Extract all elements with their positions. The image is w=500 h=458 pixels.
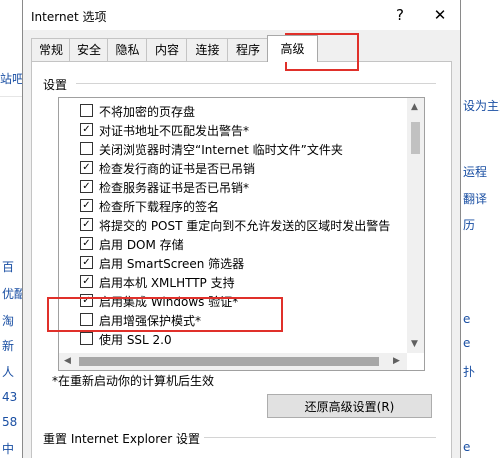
background-link: 运程	[463, 165, 488, 179]
setting-row[interactable]: 关闭浏览器时清空“Internet 临时文件”文件夹	[80, 140, 380, 158]
background-page-left: 站吧 百 优酷 淘 新 人 43 58 中	[0, 0, 26, 458]
setting-row[interactable]: ✓ 启用 SmartScreen 筛选器	[80, 254, 380, 272]
background-link: 站吧	[0, 72, 25, 86]
background-link: 中	[2, 442, 15, 456]
vertical-scrollbar[interactable]: ▲ ▼	[407, 98, 424, 353]
tab-programs[interactable]: 程序	[227, 38, 269, 61]
setting-label: 检查所下载程序的签名	[99, 200, 220, 214]
setting-row[interactable]: ✓ 启用 DOM 存储	[80, 235, 380, 253]
checkbox[interactable]: ✓	[80, 256, 93, 269]
checkbox[interactable]	[80, 142, 93, 155]
background-link: e	[463, 336, 471, 350]
background-link: 淘	[2, 314, 15, 328]
checkbox[interactable]	[80, 332, 93, 345]
setting-row[interactable]: ✓ 将提交的 POST 重定向到不允许发送的区域时发出警告	[80, 216, 390, 234]
scroll-left-icon[interactable]: ◀	[64, 356, 71, 366]
title-bar: Internet 选项 ? ✕	[23, 0, 460, 30]
setting-label: 关闭浏览器时清空“Internet 临时文件”文件夹	[99, 143, 343, 157]
checkbox[interactable]: ✓	[80, 275, 93, 288]
setting-row[interactable]: ✓ 检查所下载程序的签名	[80, 197, 380, 215]
scroll-right-icon[interactable]: ▶	[393, 356, 400, 366]
tab-security[interactable]: 安全	[69, 38, 109, 61]
highlight-enhanced-protected-mode	[47, 297, 283, 332]
background-link: e	[463, 312, 471, 326]
setting-label: 检查发行商的证书是否已吊销	[99, 162, 256, 176]
setting-label: 检查服务器证书是否已吊销*	[99, 181, 250, 195]
background-link: 58	[2, 415, 18, 429]
background-link: 新	[2, 339, 15, 353]
internet-options-dialog: Internet 选项 ? ✕ 常规 安全 隐私 内容 连接 程序 高级 设置 …	[22, 0, 461, 458]
setting-label: 启用本机 XMLHTTP 支持	[99, 276, 235, 290]
horizontal-scroll-thumb[interactable]	[79, 357, 379, 366]
setting-row[interactable]: 使用 SSL 2.0	[80, 330, 380, 348]
checkbox[interactable]: ✓	[80, 237, 93, 250]
checkbox[interactable]: ✓	[80, 123, 93, 136]
tab-content[interactable]: 内容	[146, 38, 188, 61]
group-divider	[204, 437, 436, 438]
background-link: 人	[2, 365, 15, 379]
scroll-down-icon[interactable]: ▼	[411, 339, 418, 349]
checkbox[interactable]: ✓	[80, 161, 93, 174]
group-divider	[76, 83, 436, 84]
checkbox[interactable]: ✓	[80, 180, 93, 193]
setting-label: 启用 DOM 存储	[99, 238, 184, 252]
scroll-up-icon[interactable]: ▲	[411, 102, 418, 112]
background-divider	[0, 96, 22, 97]
dialog-title: Internet 选项	[31, 10, 107, 24]
setting-label: 将提交的 POST 重定向到不允许发送的区域时发出警告	[99, 219, 391, 233]
setting-label: 使用 SSL 2.0	[99, 333, 172, 347]
background-link: e	[463, 440, 471, 454]
background-link: 43	[2, 390, 18, 404]
horizontal-scrollbar[interactable]: ◀ ▶	[59, 353, 407, 370]
vertical-scroll-thumb[interactable]	[411, 122, 420, 154]
setting-row[interactable]: ✓ 启用本机 XMLHTTP 支持	[80, 273, 380, 291]
reset-group-label: 重置 Internet Explorer 设置	[43, 432, 201, 446]
advanced-panel: 设置 不将加密的页存盘 ✓ 对证书地址不匹配发出警告* 关闭浏览器时清空“Int…	[31, 61, 452, 458]
setting-row[interactable]: ✓ 对证书地址不匹配发出警告*	[80, 121, 380, 139]
background-link: 设为主页	[463, 99, 500, 113]
tab-advanced[interactable]: 高级	[267, 35, 318, 62]
checkbox[interactable]	[80, 104, 93, 117]
checkbox[interactable]: ✓	[80, 199, 93, 212]
restart-note: *在重新启动你的计算机后生效	[52, 374, 215, 388]
checkbox[interactable]: ✓	[80, 218, 93, 231]
tab-connections[interactable]: 连接	[186, 38, 229, 61]
setting-label: 对证书地址不匹配发出警告*	[99, 124, 250, 138]
background-link: 翻译	[463, 192, 488, 206]
setting-label: 不将加密的页存盘	[99, 105, 196, 119]
tab-general[interactable]: 常规	[31, 38, 71, 61]
setting-row[interactable]: 不将加密的页存盘	[80, 102, 380, 120]
background-link: 百	[2, 260, 15, 274]
restore-advanced-settings-button[interactable]: 还原高级设置(R)	[267, 394, 432, 418]
close-button[interactable]: ✕	[425, 4, 455, 26]
setting-label: 启用 SmartScreen 筛选器	[99, 257, 245, 271]
background-link: 扑	[463, 365, 476, 379]
help-button[interactable]: ?	[385, 4, 415, 26]
setting-row[interactable]: ✓ 检查发行商的证书是否已吊销	[80, 159, 380, 177]
background-link: 历	[463, 218, 476, 232]
background-page-right: 设为主页 运程 翻译 历 e e 扑 e	[461, 0, 500, 458]
tab-privacy[interactable]: 隐私	[107, 38, 148, 61]
settings-group-label: 设置	[43, 78, 68, 92]
setting-row[interactable]: ✓ 检查服务器证书是否已吊销*	[80, 178, 380, 196]
